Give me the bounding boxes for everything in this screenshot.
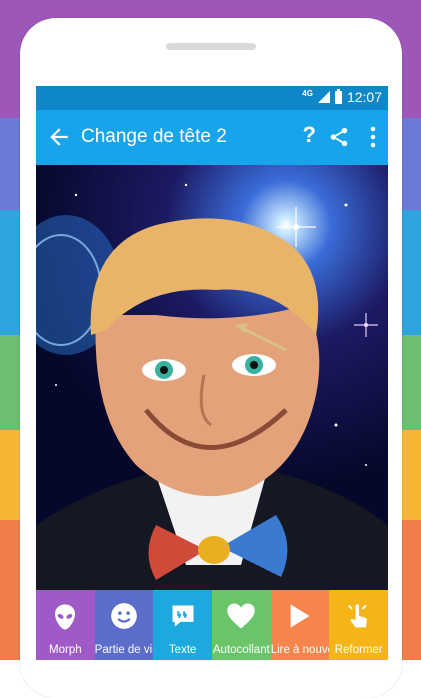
- signal-icon: [317, 91, 330, 103]
- tab-sticker-label: Autocollant: [212, 644, 270, 656]
- phone-speaker: [166, 43, 256, 50]
- share-icon[interactable]: [328, 126, 350, 148]
- speech-bubble-icon: [172, 605, 194, 627]
- network-type: 4G: [302, 88, 313, 98]
- alien-icon: [55, 604, 76, 630]
- app-screen: 4G 12:07 Change de tête 2 ? Morph Partie…: [36, 86, 388, 660]
- heart-icon: [227, 603, 256, 629]
- help-icon[interactable]: ?: [303, 122, 316, 148]
- bottom-toolbar: Morph Partie de visage Texte Autocollant: [36, 590, 388, 660]
- tab-morph-label: Morph: [49, 644, 82, 656]
- back-arrow-icon[interactable]: [46, 124, 72, 150]
- tab-replay-label: Lire à nouveau: [270, 644, 347, 656]
- status-bar: 4G 12:07: [36, 86, 388, 110]
- tab-reshape[interactable]: Reformer: [329, 590, 388, 660]
- photo-canvas[interactable]: [36, 165, 388, 590]
- edited-face-image: [36, 183, 388, 590]
- tab-face-part-label: Partie de visage: [94, 644, 178, 656]
- tab-sticker[interactable]: Autocollant: [212, 590, 271, 660]
- app-title: Change de tête 2: [81, 126, 227, 147]
- smiley-icon: [111, 603, 137, 629]
- app-bar: Change de tête 2 ?: [36, 110, 388, 165]
- tab-reshape-label: Reformer: [334, 644, 383, 656]
- more-options-icon[interactable]: [370, 126, 376, 148]
- status-time: 12:07: [346, 89, 382, 105]
- tab-text[interactable]: Texte: [153, 590, 213, 660]
- tab-face-part[interactable]: Partie de visage: [94, 590, 178, 660]
- finger-touch-icon: [347, 604, 367, 628]
- battery-icon: [334, 88, 342, 104]
- tab-morph[interactable]: Morph: [36, 590, 95, 660]
- tab-text-label: Texte: [168, 644, 197, 656]
- tab-replay[interactable]: Lire à nouveau: [270, 590, 347, 660]
- play-icon: [290, 604, 310, 628]
